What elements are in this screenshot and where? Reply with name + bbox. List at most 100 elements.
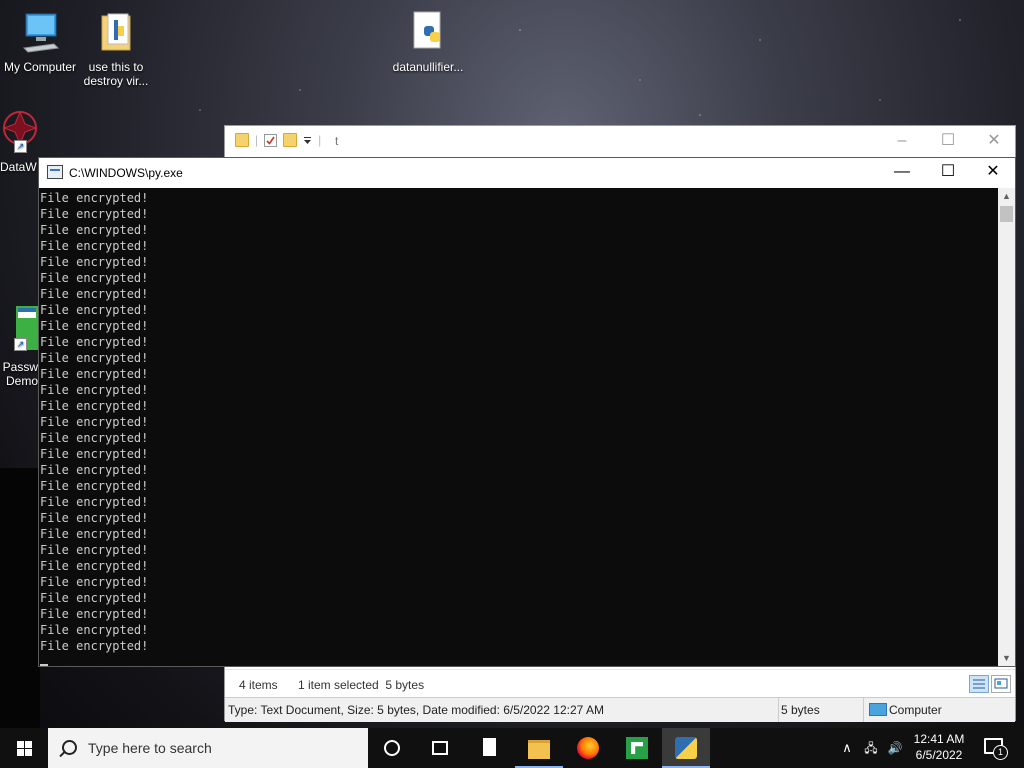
show-hidden-icons-chevron-icon[interactable]: ∧ xyxy=(838,728,856,768)
taskbar-app-notepad[interactable] xyxy=(466,728,514,768)
file-size-text: 5 bytes xyxy=(781,703,820,717)
console-line: File encrypted! xyxy=(40,431,149,445)
taskbar-app-file-explorer[interactable] xyxy=(515,728,563,768)
taskbar-app-firefox[interactable] xyxy=(564,728,612,768)
console-line: File encrypted! xyxy=(40,271,149,285)
explorer-status-area: 4 items 1 item selected 5 bytes Type: Te… xyxy=(225,669,1015,722)
cortana-button[interactable] xyxy=(370,728,414,768)
console-output[interactable]: File encrypted! File encrypted! File encry… xyxy=(39,188,999,666)
scroll-up-arrow-icon[interactable]: ▲ xyxy=(998,188,1015,204)
location-text: Computer xyxy=(889,703,942,717)
console-cursor xyxy=(40,664,48,666)
console-line: File encrypted! xyxy=(40,575,149,589)
details-view-button[interactable] xyxy=(969,675,989,693)
desktop-icon-datanullifier[interactable]: datanullifier... xyxy=(388,10,468,74)
explorer-maximize-button[interactable]: ☐ xyxy=(925,126,971,156)
console-line: File encrypted! xyxy=(40,223,149,237)
chevron-down-icon[interactable] xyxy=(303,136,312,145)
console-app-icon xyxy=(47,165,63,179)
console-line: File encrypted! xyxy=(40,351,149,365)
console-minimize-button[interactable]: — xyxy=(879,158,925,188)
desktop-icon-label: datanullifier... xyxy=(392,60,464,74)
taskbar-clock[interactable]: 12:41 AM 6/5/2022 xyxy=(906,731,972,763)
selection-info: 1 item selected 5 bytes xyxy=(298,678,425,692)
clock-date: 6/5/2022 xyxy=(915,748,963,762)
desktop-icon-label: My Computer xyxy=(3,60,77,74)
task-view-icon xyxy=(432,741,448,755)
password-app-icon xyxy=(626,737,648,759)
console-line: File encrypted! xyxy=(40,623,149,637)
computer-icon xyxy=(869,703,887,716)
console-window-title: C:\WINDOWS\py.exe xyxy=(69,166,183,180)
properties-icon[interactable] xyxy=(264,133,278,147)
console-line: File encrypted! xyxy=(40,559,149,573)
console-line: File encrypted! xyxy=(40,495,149,509)
console-line: File encrypted! xyxy=(40,639,149,653)
clock-time: 12:41 AM xyxy=(913,732,965,746)
console-line: File encrypted! xyxy=(40,335,149,349)
details-separator xyxy=(778,698,779,722)
details-separator xyxy=(863,698,864,722)
console-maximize-button[interactable]: ☐ xyxy=(925,158,971,188)
desktop-icon-label: DataW xyxy=(0,160,37,174)
console-scrollbar[interactable]: ▲ ▼ xyxy=(998,188,1015,666)
start-button[interactable] xyxy=(0,728,48,768)
action-center-button[interactable]: 1 xyxy=(984,736,1008,760)
network-icon[interactable]: 🖧 xyxy=(860,728,882,768)
qat-divider: | xyxy=(318,133,322,147)
desktop-icon-my-computer[interactable]: My Computer xyxy=(0,10,80,74)
file-details-text: Type: Text Document, Size: 5 bytes, Date… xyxy=(228,703,604,717)
desktop-icon-password-demo[interactable]: ↗ Passw Demo xyxy=(0,306,40,388)
folder-icon xyxy=(235,133,249,147)
taskbar-app-python[interactable] xyxy=(662,728,710,768)
taskbar-search-box[interactable]: Type here to search xyxy=(48,728,368,768)
explorer-minimize-button[interactable]: – xyxy=(879,126,925,156)
explorer-details-bar: Type: Text Document, Size: 5 bytes, Date… xyxy=(225,697,1015,722)
task-view-button[interactable] xyxy=(418,728,462,768)
volume-icon[interactable]: 🔊 xyxy=(884,728,906,768)
new-folder-icon[interactable] xyxy=(283,133,298,147)
scrollbar-thumb[interactable] xyxy=(1000,206,1013,222)
python-icon xyxy=(675,737,697,759)
console-line: File encrypted! xyxy=(40,367,149,381)
notification-count-badge: 1 xyxy=(993,745,1008,760)
console-line: File encrypted! xyxy=(40,239,149,253)
console-line: File encrypted! xyxy=(40,511,149,525)
console-window[interactable]: C:\WINDOWS\py.exe — ☐ ✕ File encrypted! F… xyxy=(38,157,1016,667)
item-count: 4 items xyxy=(239,678,278,692)
desktop-icon-dataw[interactable]: ↗ DataW xyxy=(0,108,40,174)
console-line: File encrypted! xyxy=(40,303,149,317)
scroll-down-arrow-icon[interactable]: ▼ xyxy=(998,650,1015,666)
console-line: File encrypted! xyxy=(40,207,149,221)
explorer-title-bar[interactable]: | | t – ☐ ✕ xyxy=(225,126,1015,157)
shortcut-arrow-icon: ↗ xyxy=(14,140,27,153)
search-icon xyxy=(62,740,77,755)
details-view-icon xyxy=(973,679,985,689)
taskbar-app-password-demo[interactable] xyxy=(613,728,661,768)
cortana-icon xyxy=(384,740,400,756)
explorer-close-button[interactable]: ✕ xyxy=(971,126,1017,156)
python-file-icon xyxy=(413,11,441,49)
desktop-icon-label: use this to destroy vir... xyxy=(83,60,149,88)
large-icons-view-icon xyxy=(994,678,1008,689)
console-line: File encrypted! xyxy=(40,191,149,205)
console-line: File encrypted! xyxy=(40,591,149,605)
console-line: File encrypted! xyxy=(40,463,149,477)
desktop-icon-destroy-virus[interactable]: use this to destroy vir... xyxy=(76,10,156,88)
desktop-icon-label: Passw Demo xyxy=(2,360,38,388)
quick-access-toolbar: | | xyxy=(235,133,321,147)
large-icons-view-button[interactable] xyxy=(991,675,1011,693)
console-line: File encrypted! xyxy=(40,527,149,541)
my-computer-icon xyxy=(22,13,60,53)
document-icon xyxy=(483,738,496,756)
console-line: File encrypted! xyxy=(40,479,149,493)
console-title-bar[interactable]: C:\WINDOWS\py.exe — ☐ ✕ xyxy=(39,158,1015,188)
console-line: File encrypted! xyxy=(40,319,149,333)
wallpaper-hill xyxy=(0,468,40,728)
windows-logo-icon xyxy=(17,741,32,756)
shortcut-arrow-icon: ↗ xyxy=(14,338,27,351)
console-line: File encrypted! xyxy=(40,447,149,461)
console-close-button[interactable]: ✕ xyxy=(970,158,1016,188)
zip-folder-icon xyxy=(101,13,131,51)
console-line: File encrypted! xyxy=(40,399,149,413)
